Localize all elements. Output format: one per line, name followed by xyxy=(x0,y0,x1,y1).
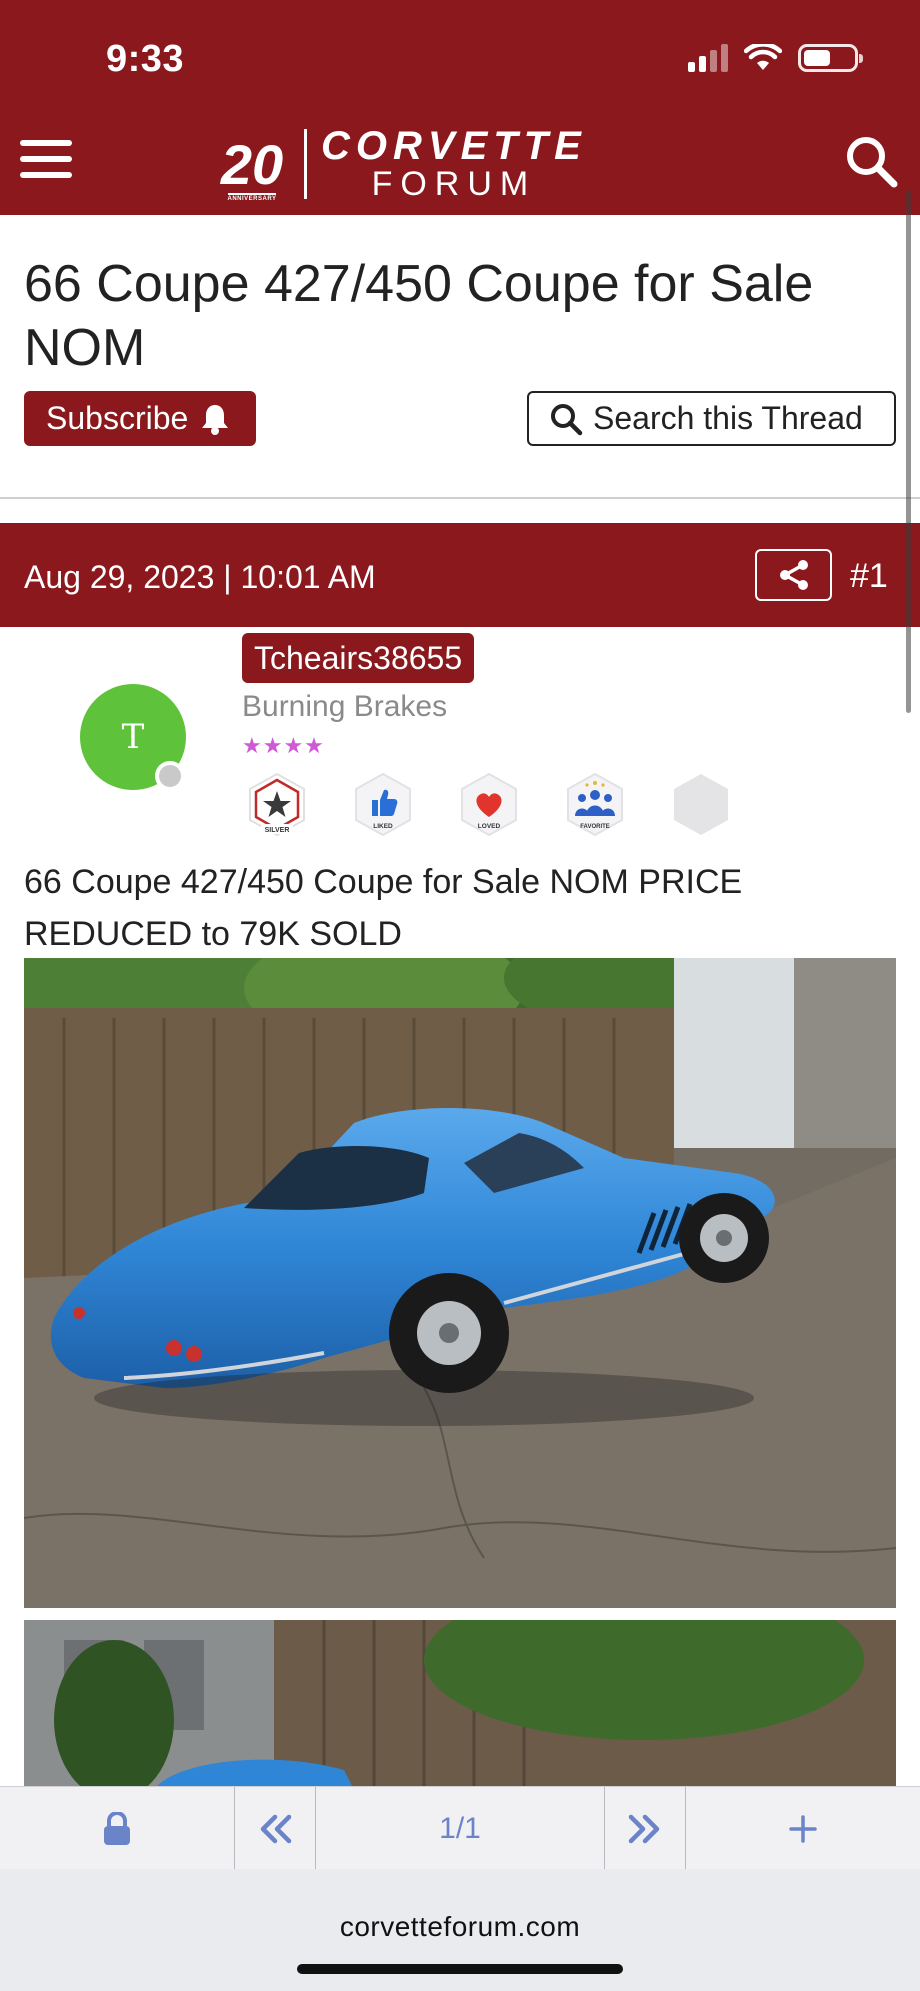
corvette-photo-2-image xyxy=(24,1620,896,1790)
loved-badge[interactable]: LOVED xyxy=(454,770,524,840)
share-button[interactable] xyxy=(755,549,832,601)
browser-address-bar: corvetteforum.com xyxy=(0,1869,920,1991)
status-time: 9:33 xyxy=(106,38,185,80)
subscribe-label: Subscribe xyxy=(46,400,189,436)
page-indicator[interactable]: 1/1 xyxy=(316,1787,605,1870)
menu-button[interactable] xyxy=(20,140,72,184)
share-icon xyxy=(779,560,808,590)
last-page-button[interactable] xyxy=(605,1787,686,1870)
logo-wordmark: CORVETTE FORUM xyxy=(321,124,587,203)
heart-icon: LOVED xyxy=(461,772,517,837)
corvette-photo-2[interactable] xyxy=(24,1620,896,1790)
logo-divider xyxy=(304,129,307,199)
lock-button[interactable] xyxy=(0,1787,235,1870)
battery-icon xyxy=(798,44,863,72)
user-rank-stars: ★★★★ xyxy=(242,733,325,758)
thumbs-up-icon: LIKED xyxy=(355,772,411,837)
header-search-button[interactable] xyxy=(842,132,902,192)
online-status-dot xyxy=(155,761,185,791)
favorite-badge[interactable]: FAVORITE xyxy=(560,770,630,840)
user-rank: Burning Brakes xyxy=(242,690,448,723)
corvette-photo-image xyxy=(24,958,896,1608)
search-thread-label: Search this Thread xyxy=(593,400,863,436)
subscribe-button[interactable]: Subscribe xyxy=(24,391,256,446)
thread-pagination-bar: 1/1 xyxy=(0,1786,920,1870)
page-scrollbar[interactable] xyxy=(906,190,911,713)
double-chevron-right-icon xyxy=(628,1814,660,1843)
reply-button[interactable] xyxy=(686,1787,920,1870)
first-page-button[interactable] xyxy=(235,1787,316,1870)
avatar-letter: T xyxy=(121,717,145,757)
url-display[interactable]: corvetteforum.com xyxy=(0,1911,920,1943)
post-date: Aug 29, 2023 | 10:01 AM xyxy=(24,559,376,595)
thread-title: 66 Coupe 427/450 Coupe for Sale NOM xyxy=(24,255,814,377)
menu-icon xyxy=(20,140,72,146)
post-body-text: 66 Coupe 427/450 Coupe for Sale NOM PRIC… xyxy=(24,863,743,953)
lock-icon xyxy=(104,1811,130,1845)
empty-badge-slot xyxy=(666,770,736,840)
double-chevron-left-icon xyxy=(260,1814,292,1843)
badge-label: LOVED xyxy=(478,823,501,830)
home-indicator[interactable] xyxy=(297,1964,623,1974)
anniversary-badge: 20 ANNIVERSARY xyxy=(220,132,284,203)
silver-badge[interactable]: SILVER xyxy=(242,770,312,840)
liked-badge[interactable]: LIKED xyxy=(348,770,418,840)
plus-icon xyxy=(789,1814,817,1843)
badge-label: SILVER xyxy=(265,827,290,834)
bell-icon xyxy=(202,404,229,435)
username-link[interactable]: Tcheairs38655 xyxy=(242,633,475,683)
search-icon xyxy=(551,403,583,435)
post-header: Aug 29, 2023 | 10:01 AM #1 xyxy=(0,523,920,627)
search-thread-button[interactable]: Search this Thread xyxy=(527,391,896,446)
search-icon xyxy=(847,137,898,188)
wifi-icon xyxy=(744,44,782,70)
empty-hexagon-icon xyxy=(674,774,728,835)
cellular-signal-icon xyxy=(688,44,728,72)
post-number-link[interactable]: #1 xyxy=(850,557,888,596)
badge-label: LIKED xyxy=(373,823,393,830)
corvette-forum-logo[interactable]: 20 ANNIVERSARY CORVETTE FORUM xyxy=(210,124,587,204)
status-icons xyxy=(688,44,863,72)
corvette-photo-1[interactable] xyxy=(24,958,896,1608)
badge-label: FAVORITE xyxy=(580,824,610,830)
section-divider xyxy=(0,497,920,499)
silver-star-icon: SILVER xyxy=(249,772,305,837)
community-icon: FAVORITE xyxy=(567,772,623,837)
site-header: 9:33 20 ANNIVERSARY CORVETTE FORUM xyxy=(0,0,920,215)
